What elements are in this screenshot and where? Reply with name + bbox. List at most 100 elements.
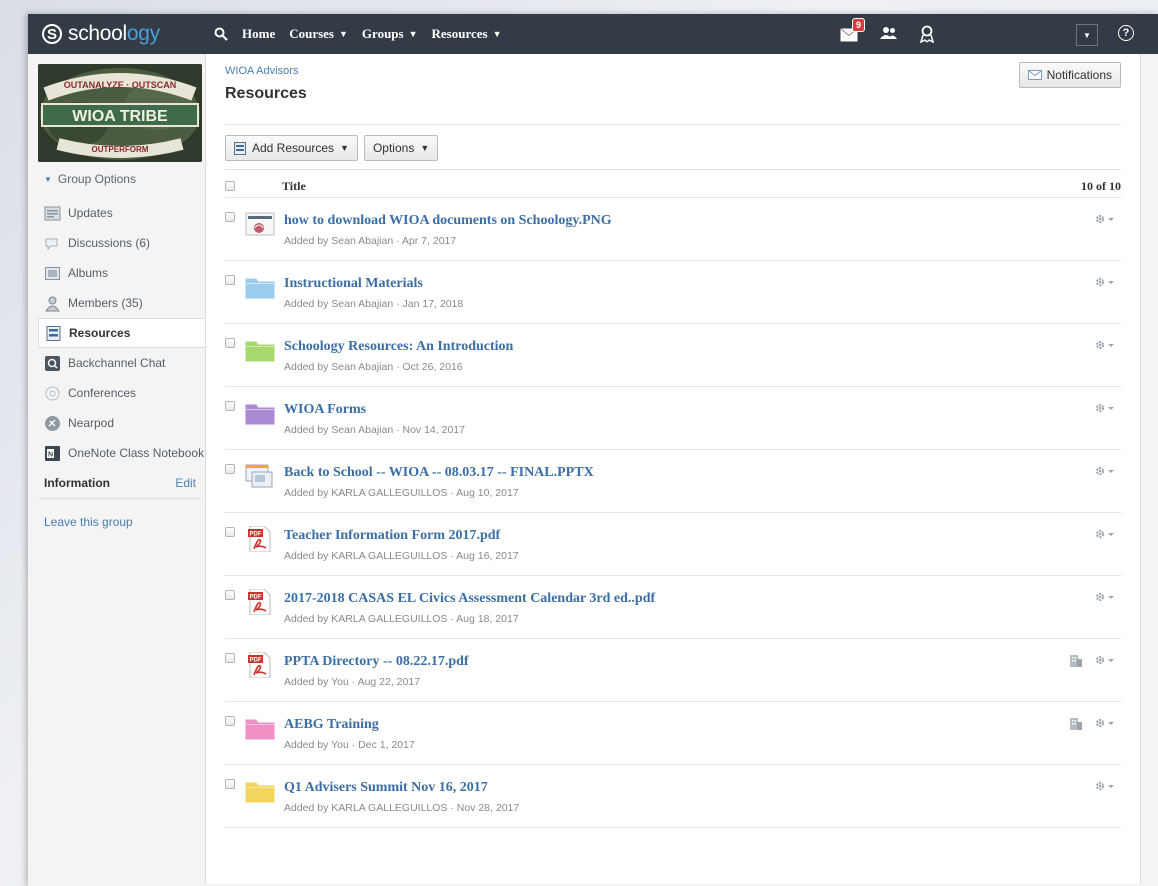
user-menu-button[interactable]: ▼ [1076,24,1098,46]
gear-icon[interactable] [1093,590,1115,604]
resource-title-link[interactable]: Instructional Materials [284,276,423,292]
gear-icon[interactable] [1093,716,1115,730]
folder-icon [245,400,275,426]
pdf-file-icon: PDF [245,525,275,553]
gear-icon[interactable] [1093,527,1115,541]
resource-title-link[interactable]: 2017-2018 CASAS EL Civics Assessment Cal… [284,591,655,607]
resource-row: PDF 2017-2018 CASAS EL Civics Assessment … [225,575,1121,638]
options-button[interactable]: Options ▼ [363,135,439,161]
image-arc-text: OUTANALYZE · OUTSCAN [64,80,177,90]
item-count: 10 of 10 [1081,178,1121,193]
chevron-down-icon: ▼ [408,29,418,39]
search-icon[interactable] [214,27,228,41]
nav-courses-label: Courses [289,26,334,41]
messages-button[interactable]: 9 [840,18,866,44]
resource-row: Q1 Advisers Summit Nov 16, 2017 Added by … [225,764,1121,827]
row-checkbox[interactable] [225,653,235,663]
sidebar-item-label: Albums [68,266,109,280]
chevron-down-icon: ▼ [420,143,430,153]
group-options-menu[interactable]: ▼ Group Options [38,172,206,186]
top-navigation-bar: S schoology Home Courses ▼ Groups ▼ Resour… [28,14,1158,54]
sidebar-item-label: Backchannel Chat [68,356,166,370]
row-checkbox[interactable] [225,275,235,285]
resource-title-link[interactable]: Back to School -- WIOA -- 08.03.17 -- FI… [284,465,594,481]
breadcrumb[interactable]: WIOA Advisors [225,65,298,77]
row-checkbox[interactable] [225,779,235,789]
table-header: Title 10 of 10 [225,176,1121,196]
resource-title-link[interactable]: WIOA Forms [284,402,366,418]
gear-icon[interactable] [1093,779,1115,793]
resource-title-link[interactable]: how to download WIOA documents on School… [284,213,612,229]
resource-title-link[interactable]: Q1 Advisers Summit Nov 16, 2017 [284,780,488,796]
svg-text:N: N [48,451,53,458]
resource-row: how to download WIOA documents on School… [225,197,1121,260]
row-checkbox[interactable] [225,401,235,411]
sidebar-item-discussions-6[interactable]: Discussions (6) [38,228,206,258]
school-shared-icon [1069,716,1083,730]
nav-groups[interactable]: Groups ▼ [362,26,418,42]
nav-home-label: Home [242,26,276,41]
leave-group-link[interactable]: Leave this group [38,515,206,529]
resource-title-link[interactable]: Schoology Resources: An Introduction [284,339,513,355]
help-icon[interactable]: ? [1118,25,1134,41]
resource-meta: Added by Sean Abajian · Nov 14, 2017 [284,424,465,436]
sidebar-item-albums[interactable]: Albums [38,258,206,288]
gear-icon[interactable] [1093,464,1115,478]
sidebar-item-resources[interactable]: Resources [38,318,206,348]
resource-title-link[interactable]: PPTA Directory -- 08.22.17.pdf [284,654,469,670]
schoology-logo[interactable]: S schoology [42,22,202,46]
school-shared-icon [1069,653,1083,667]
sidebar-item-backchannel-chat[interactable]: Backchannel Chat [38,348,206,378]
resources-icon [45,325,62,342]
nav-resources[interactable]: Resources ▼ [432,26,502,42]
folder-icon [245,337,275,363]
row-checkbox[interactable] [225,527,235,537]
grades-award-icon[interactable] [920,25,934,43]
sidebar-item-conferences[interactable]: Conferences [38,378,206,408]
sidebar-nav: Updates Discussions (6) Albums Members (35)… [38,198,206,468]
folder-icon [245,274,275,300]
sidebar-item-nearpod[interactable]: Nearpod [38,408,206,438]
information-section: Information Edit [38,476,202,499]
image-bottom-text: OUTPERFORM [92,145,149,154]
image-banner-text: WIOA TRIBE [72,108,168,125]
sidebar-item-members-35[interactable]: Members (35) [38,288,206,318]
row-checkbox[interactable] [225,716,235,726]
resource-meta: Added by Sean Abajian · Apr 7, 2017 [284,235,457,247]
nearpod-icon [44,415,61,432]
add-resources-button[interactable]: Add Resources ▼ [225,135,358,161]
updates-icon [44,205,61,222]
row-checkbox[interactable] [225,590,235,600]
resource-title-link[interactable]: Teacher Information Form 2017.pdf [284,528,500,544]
pdf-file-icon: PDF [245,588,275,616]
resource-row: Schoology Resources: An Introduction Adde… [225,323,1121,386]
divider [225,124,1121,125]
row-checkbox[interactable] [225,464,235,474]
sidebar-item-label: Conferences [68,386,137,400]
gear-icon[interactable] [1093,275,1115,289]
resource-meta: Added by KARLA GALLEGUILLOS · Nov 28, 20… [284,802,520,814]
gear-icon[interactable] [1093,338,1115,352]
sidebar-item-updates[interactable]: Updates [38,198,206,228]
requests-icon[interactable] [880,26,898,40]
nav-courses[interactable]: Courses ▼ [289,26,348,42]
gear-icon[interactable] [1093,653,1115,667]
resource-meta: Added by Sean Abajian · Oct 26, 2016 [284,361,463,373]
notifications-button[interactable]: Notifications [1018,62,1121,88]
resource-meta: Added by KARLA GALLEGUILLOS · Aug 10, 20… [284,487,519,499]
resource-row: AEBG Training Added by You · Dec 1, 2017 [225,701,1121,764]
row-checkbox[interactable] [225,212,235,222]
resource-meta: Added by KARLA GALLEGUILLOS · Aug 16, 20… [284,550,519,562]
resource-title-link[interactable]: AEBG Training [284,717,379,733]
select-all-checkbox[interactable] [225,181,235,191]
sidebar-item-onenote-class-notebook[interactable]: N OneNote Class Notebook [38,438,206,468]
onenote-icon: N [44,445,61,462]
resource-row: PDF PPTA Directory -- 08.22.17.pdf Added b… [225,638,1121,701]
gear-icon[interactable] [1093,212,1115,226]
row-checkbox[interactable] [225,338,235,348]
gear-icon[interactable] [1093,401,1115,415]
nav-home[interactable]: Home [242,26,275,42]
chat-icon [44,355,61,372]
sidebar-item-label: Members (35) [68,296,143,310]
edit-information-link[interactable]: Edit [175,476,196,490]
